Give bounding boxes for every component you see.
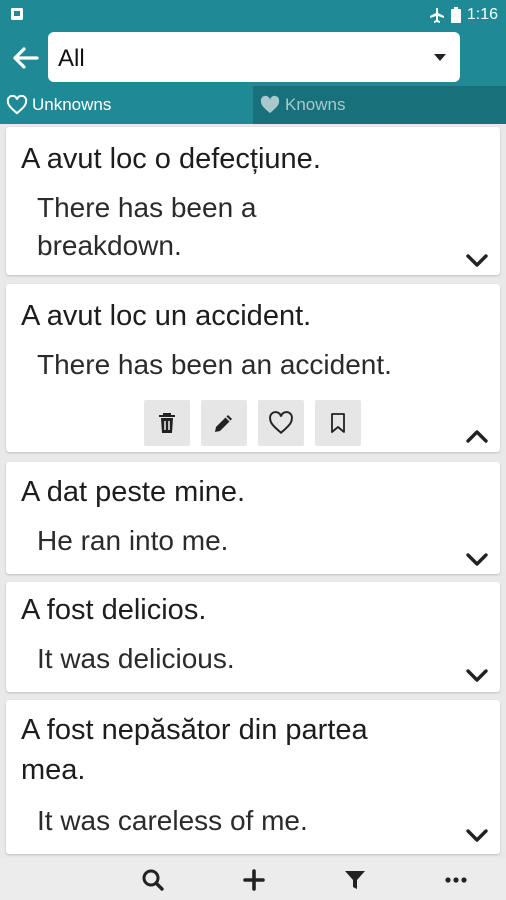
- phrase-card[interactable]: A avut loc un accident. There has been a…: [6, 284, 500, 452]
- search-button[interactable]: [139, 866, 167, 894]
- phrase-romanian: A fost delicios.: [21, 594, 207, 626]
- filter-button[interactable]: [341, 866, 369, 894]
- phrase-card[interactable]: A fost delicios. It was delicious.: [6, 582, 500, 692]
- phrase-english: He ran into me.: [37, 525, 229, 556]
- chevron-down-icon[interactable]: [464, 251, 490, 271]
- tab-unknowns[interactable]: Unknowns: [0, 86, 253, 124]
- notification-icon: [11, 8, 23, 20]
- phrase-actions: [144, 400, 361, 446]
- bookmark-icon: [331, 413, 345, 433]
- app-bar: All: [0, 30, 506, 86]
- category-dropdown[interactable]: All: [48, 32, 460, 82]
- arrow-left-icon: [13, 47, 39, 69]
- trash-icon: [159, 413, 175, 433]
- delete-button[interactable]: [144, 400, 190, 446]
- phrase-card[interactable]: A dat peste mine. He ran into me.: [6, 462, 500, 574]
- status-time: 1:16: [466, 6, 498, 23]
- phrase-romanian: A avut loc un accident.: [21, 300, 312, 332]
- airplane-icon: [429, 8, 444, 23]
- status-bar: 1:16: [0, 0, 506, 30]
- chevron-up-icon[interactable]: [464, 426, 490, 446]
- phrase-english-line: There has been a: [37, 192, 257, 223]
- phrase-romanian: A dat peste mine.: [21, 476, 246, 508]
- tab-knowns[interactable]: Knowns: [253, 86, 506, 124]
- heart-outline-icon: [6, 95, 28, 115]
- favorite-button[interactable]: [258, 400, 304, 446]
- phrase-card[interactable]: A avut loc o defecțiune. There has been …: [6, 127, 500, 275]
- back-button[interactable]: [6, 38, 46, 78]
- dropdown-selected-value: All: [58, 45, 85, 72]
- filter-icon: [345, 871, 365, 889]
- tab-unknowns-label: Unknowns: [32, 95, 112, 114]
- heart-filled-icon: [260, 95, 280, 114]
- more-button[interactable]: [442, 866, 470, 894]
- phrase-english: It was delicious.: [37, 643, 235, 674]
- phrase-english: It was careless of me.: [37, 805, 308, 836]
- chevron-down-icon[interactable]: [464, 550, 490, 570]
- phrase-romanian-line: mea.: [21, 754, 86, 786]
- caret-down-icon: [434, 54, 446, 61]
- add-button[interactable]: [240, 866, 268, 894]
- tab-knowns-label: Knowns: [285, 95, 346, 114]
- more-icon: [445, 877, 467, 883]
- heart-outline-icon: [269, 411, 293, 435]
- battery-icon: [450, 7, 461, 23]
- phrase-romanian: A avut loc o defecțiune.: [21, 143, 321, 175]
- phrase-english: There has been an accident.: [37, 349, 392, 380]
- bottom-toolbar: [0, 858, 506, 900]
- status-right: 1:16: [429, 4, 498, 26]
- phrase-english-line: breakdown.: [37, 230, 182, 261]
- chevron-down-icon[interactable]: [464, 826, 490, 846]
- pencil-icon: [215, 415, 232, 432]
- plus-icon: [243, 869, 265, 891]
- chevron-down-icon[interactable]: [464, 666, 490, 686]
- bookmark-button[interactable]: [315, 400, 361, 446]
- phrase-card[interactable]: A fost nepăsător din partea mea. It was …: [6, 700, 500, 854]
- tab-bar: Unknowns Knowns: [0, 86, 506, 124]
- phrase-list: A avut loc o defecțiune. There has been …: [0, 124, 506, 858]
- phrase-romanian-line: A fost nepăsător din partea: [21, 714, 368, 746]
- edit-button[interactable]: [201, 400, 247, 446]
- search-icon: [142, 869, 164, 891]
